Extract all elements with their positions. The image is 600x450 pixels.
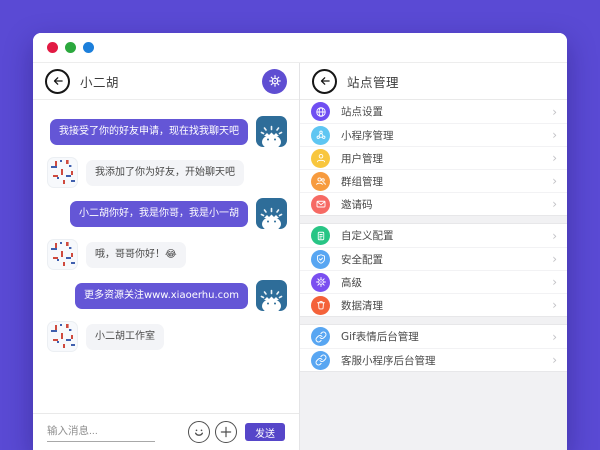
menu-item-customer-service-backend[interactable]: 客服小程序后台管理 › bbox=[300, 348, 567, 371]
menu-item-gif-emoji-backend[interactable]: Gif表情后台管理 › bbox=[300, 325, 567, 348]
menu-group-config: 自定义配置 › 安全配置 › 高级 › bbox=[300, 223, 567, 317]
document-icon bbox=[311, 226, 330, 245]
chat-settings-button[interactable] bbox=[262, 69, 287, 94]
chevron-right-icon: › bbox=[552, 253, 557, 265]
envelope-icon bbox=[311, 195, 330, 214]
users-icon bbox=[311, 172, 330, 191]
chevron-right-icon: › bbox=[552, 175, 557, 187]
chat-message-outgoing: 我接受了你的好友申请，现在找我聊天吧 bbox=[47, 116, 287, 147]
arrow-left-icon bbox=[318, 74, 332, 88]
chat-back-button[interactable] bbox=[45, 69, 70, 94]
menu-item-site-settings[interactable]: 站点设置 › bbox=[300, 100, 567, 123]
arrow-left-icon bbox=[51, 74, 65, 88]
menu-item-user-management[interactable]: 用户管理 › bbox=[300, 146, 567, 169]
maximize-window-button[interactable] bbox=[83, 42, 94, 53]
chevron-right-icon: › bbox=[552, 354, 557, 366]
gear-icon bbox=[268, 74, 282, 88]
chat-message-incoming: 哦，哥哥你好！😂 bbox=[47, 239, 287, 270]
menu-item-label: 高级 bbox=[341, 275, 362, 290]
menu-item-group-management[interactable]: 群组管理 › bbox=[300, 169, 567, 192]
link-icon bbox=[311, 351, 330, 370]
chevron-right-icon: › bbox=[552, 230, 557, 242]
chevron-right-icon: › bbox=[552, 129, 557, 141]
avatar-self bbox=[256, 198, 287, 229]
window-titlebar bbox=[33, 33, 567, 63]
avatar-friend bbox=[47, 157, 78, 188]
avatar-self bbox=[256, 280, 287, 311]
menu-item-label: Gif表情后台管理 bbox=[341, 329, 419, 344]
avatar-self bbox=[256, 116, 287, 147]
menu-item-label: 数据清理 bbox=[341, 298, 383, 313]
menu-group-backend-links: Gif表情后台管理 › 客服小程序后台管理 › bbox=[300, 324, 567, 372]
menu-item-miniprogram-management[interactable]: 小程序管理 › bbox=[300, 123, 567, 146]
menu-item-label: 小程序管理 bbox=[341, 128, 394, 143]
message-bubble: 我接受了你的好友申请，现在找我聊天吧 bbox=[50, 119, 248, 145]
chat-message-outgoing: 更多资源关注www.xiaoerhu.com bbox=[47, 280, 287, 311]
menu-item-custom-config[interactable]: 自定义配置 › bbox=[300, 224, 567, 247]
chevron-right-icon: › bbox=[552, 299, 557, 311]
chevron-right-icon: › bbox=[552, 152, 557, 164]
menu-item-data-cleanup[interactable]: 数据清理 › bbox=[300, 293, 567, 316]
chat-message-incoming: 小二胡工作室 bbox=[47, 321, 287, 352]
emoji-button[interactable] bbox=[188, 421, 210, 443]
message-bubble: 小二胡你好，我是你哥，我是小一胡 bbox=[70, 201, 248, 227]
message-bubble: 哦，哥哥你好！😂 bbox=[86, 242, 186, 268]
menu-item-label: 用户管理 bbox=[341, 151, 383, 166]
close-window-button[interactable] bbox=[47, 42, 58, 53]
gear-icon bbox=[311, 273, 330, 292]
minimize-window-button[interactable] bbox=[65, 42, 76, 53]
shield-check-icon bbox=[311, 250, 330, 269]
menu-item-label: 安全配置 bbox=[341, 252, 383, 267]
admin-title: 站点管理 bbox=[347, 72, 399, 91]
chat-header: 小二胡 bbox=[33, 63, 299, 100]
menu-item-invite-code[interactable]: 邀请码 › bbox=[300, 192, 567, 215]
admin-header: 站点管理 bbox=[300, 63, 567, 100]
avatar-friend bbox=[47, 239, 78, 270]
chat-message-outgoing: 小二胡你好，我是你哥，我是小一胡 bbox=[47, 198, 287, 229]
chevron-right-icon: › bbox=[552, 276, 557, 288]
main-content: 小二胡 我接受了你的好友申请，现在找我聊天吧 bbox=[33, 63, 567, 450]
menu-item-label: 站点设置 bbox=[341, 104, 383, 119]
plus-icon bbox=[219, 425, 233, 439]
chevron-right-icon: › bbox=[552, 331, 557, 343]
menu-item-label: 群组管理 bbox=[341, 174, 383, 189]
avatar-friend bbox=[47, 321, 78, 352]
message-list: 我接受了你的好友申请，现在找我聊天吧 我添加了你为好友，开始聊天吧 小二胡你好，… bbox=[33, 100, 299, 413]
chat-title: 小二胡 bbox=[80, 72, 119, 91]
smiley-icon bbox=[189, 422, 209, 442]
message-composer: 发送 bbox=[33, 413, 299, 450]
message-bubble: 更多资源关注www.xiaoerhu.com bbox=[75, 283, 248, 309]
globe-icon bbox=[311, 102, 330, 121]
share-nodes-icon bbox=[311, 126, 330, 145]
chevron-right-icon: › bbox=[552, 106, 557, 118]
attach-button[interactable] bbox=[215, 421, 237, 443]
menu-item-label: 邀请码 bbox=[341, 197, 373, 212]
user-icon bbox=[311, 149, 330, 168]
trash-icon bbox=[311, 296, 330, 315]
app-window: 小二胡 我接受了你的好友申请，现在找我聊天吧 bbox=[33, 33, 567, 450]
message-bubble: 我添加了你为好友，开始聊天吧 bbox=[86, 160, 244, 186]
menu-item-label: 客服小程序后台管理 bbox=[341, 353, 436, 368]
admin-back-button[interactable] bbox=[312, 69, 337, 94]
menu-group-site: 站点设置 › 小程序管理 › 用户管理 › bbox=[300, 100, 567, 216]
menu-item-advanced[interactable]: 高级 › bbox=[300, 270, 567, 293]
message-bubble: 小二胡工作室 bbox=[86, 324, 164, 350]
chat-panel: 小二胡 我接受了你的好友申请，现在找我聊天吧 bbox=[33, 63, 300, 450]
chat-message-incoming: 我添加了你为好友，开始聊天吧 bbox=[47, 157, 287, 188]
site-admin-panel: 站点管理 站点设置 › 小程序管理 › bbox=[300, 63, 567, 450]
menu-item-security-config[interactable]: 安全配置 › bbox=[300, 247, 567, 270]
chevron-right-icon: › bbox=[552, 198, 557, 210]
send-button[interactable]: 发送 bbox=[245, 423, 285, 441]
message-input[interactable] bbox=[47, 423, 155, 442]
link-icon bbox=[311, 327, 330, 346]
menu-item-label: 自定义配置 bbox=[341, 228, 394, 243]
